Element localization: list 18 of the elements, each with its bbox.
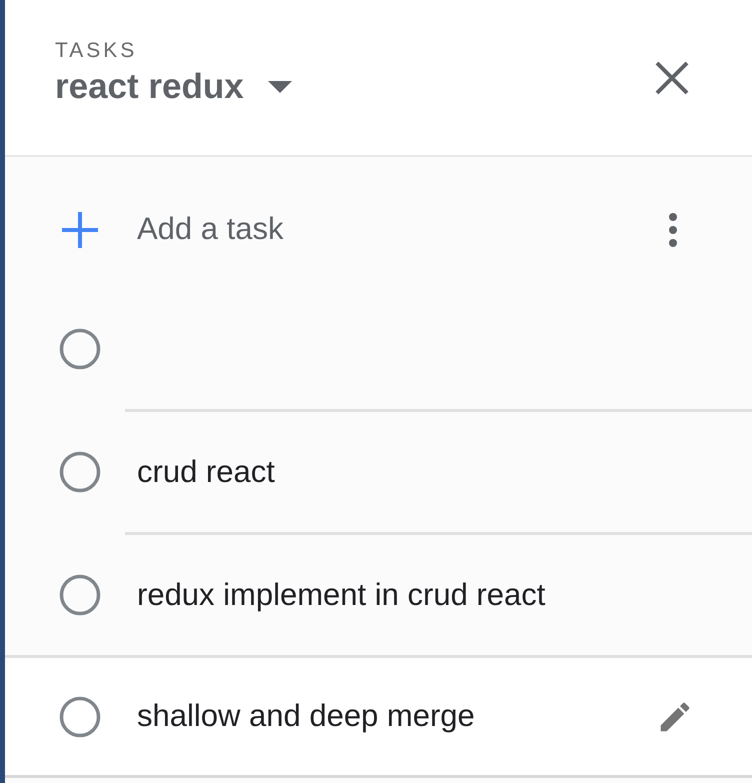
task-title[interactable]: redux implement in crud react xyxy=(137,572,546,618)
add-task-button[interactable]: Add a task xyxy=(137,206,284,253)
close-icon xyxy=(655,61,689,95)
task-row[interactable]: shallow and deep merge xyxy=(5,658,752,778)
task-title[interactable]: crud react xyxy=(137,448,275,496)
task-checkbox[interactable] xyxy=(59,696,101,738)
task-checkbox[interactable] xyxy=(59,574,101,616)
dropdown-icon xyxy=(268,80,292,92)
task-row[interactable]: crud react xyxy=(5,412,752,532)
add-icon[interactable] xyxy=(62,212,98,248)
task-row[interactable]: redux implement in crud react xyxy=(5,535,752,655)
task-checkbox[interactable] xyxy=(59,451,101,493)
task-title[interactable]: shallow and deep merge xyxy=(137,693,475,740)
list-selector[interactable]: react redux xyxy=(55,69,292,104)
panel-label: TASKS xyxy=(55,40,138,61)
task-checkbox[interactable] xyxy=(59,328,101,370)
more-options-icon[interactable] xyxy=(668,212,678,246)
close-button[interactable] xyxy=(654,60,690,96)
